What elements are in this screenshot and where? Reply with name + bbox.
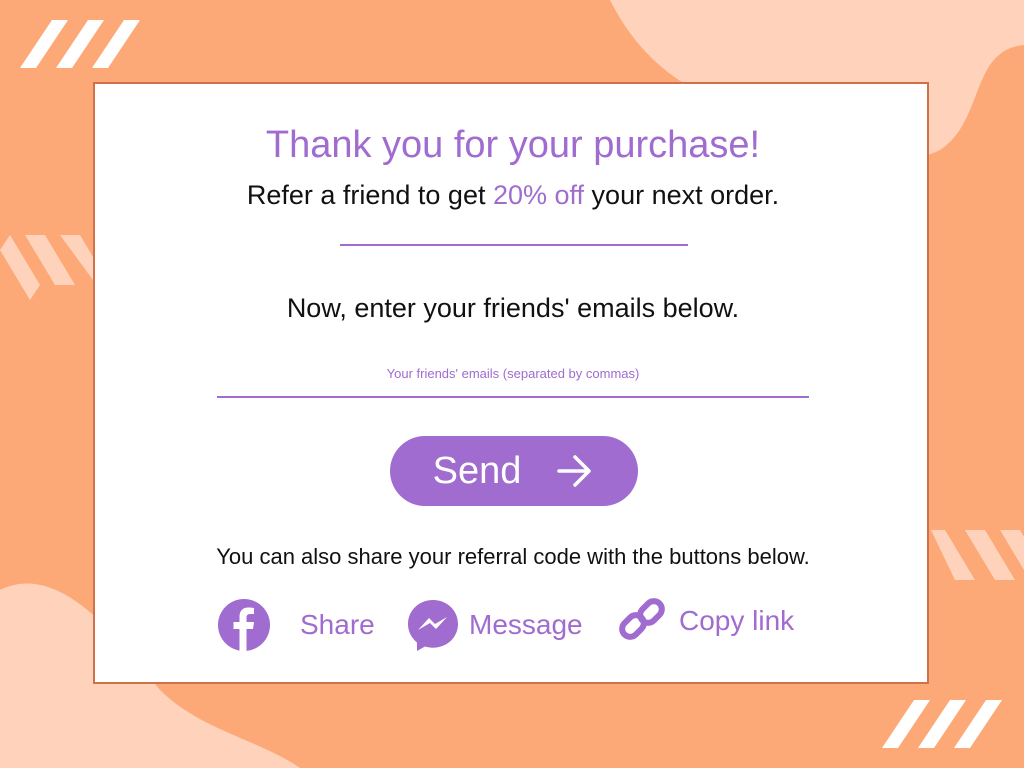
link-icon [619, 598, 665, 640]
messenger-share-button[interactable]: Message [405, 597, 583, 653]
divider [340, 244, 688, 246]
share-note: You can also share your referral code wi… [216, 544, 810, 569]
email-prompt: Now, enter your friends' emails below. [286, 293, 740, 323]
arrow-right-icon [557, 455, 592, 487]
facebook-share-button[interactable]: Share [217, 598, 375, 652]
messenger-icon [408, 600, 458, 651]
offer-highlight: 20% off [492, 180, 585, 210]
page-title: Thank you for your purchase! [265, 124, 761, 166]
facebook-icon [218, 599, 270, 651]
copy-link-button[interactable]: Copy link [619, 596, 794, 646]
offer-suffix: your next order. [584, 180, 780, 210]
friends-email-input[interactable] [217, 358, 809, 398]
copy-link-label: Copy link [679, 605, 795, 636]
referral-offer: Refer a friend to get 20% off your next … [95, 180, 931, 211]
offer-prefix: Refer a friend to get [246, 180, 493, 210]
message-label: Message [469, 609, 583, 640]
send-label: Send [432, 449, 522, 492]
send-button[interactable]: Send [390, 436, 638, 506]
referral-card: Thank you for your purchase! Refer a fri… [93, 82, 929, 684]
share-label: Share [300, 609, 375, 640]
